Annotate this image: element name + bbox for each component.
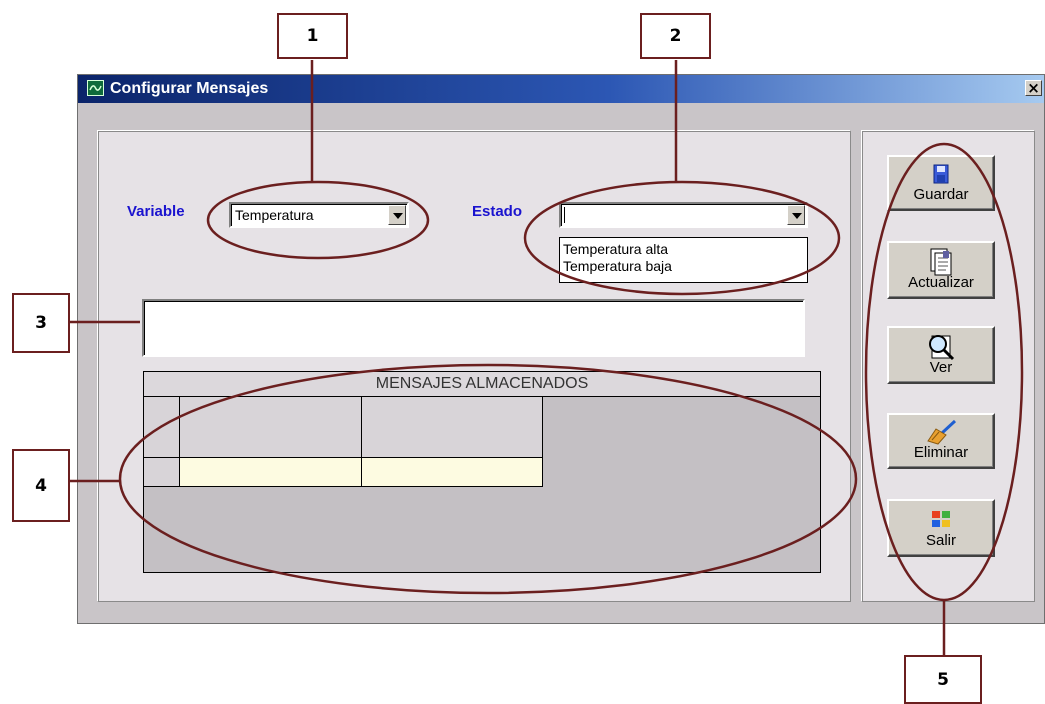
actualizar-label: Actualizar xyxy=(908,274,974,291)
estado-label: Estado xyxy=(472,203,523,220)
grid-title: MENSAJES ALMACENADOS xyxy=(144,372,820,397)
ver-label: Ver xyxy=(929,359,953,376)
callout-1-label: 1 xyxy=(306,26,319,46)
eliminar-label: Eliminar xyxy=(913,444,969,461)
estado-option-baja[interactable]: Temperatura baja xyxy=(560,258,807,275)
eliminar-button[interactable]: Eliminar xyxy=(887,413,995,469)
grid-row-selector[interactable] xyxy=(143,457,180,487)
windows-logo-icon xyxy=(930,509,952,532)
grid-column-header[interactable] xyxy=(361,396,543,458)
variable-dropdown-button[interactable] xyxy=(388,205,406,225)
estado-dropdown-list: Temperatura alta Temperatura baja xyxy=(559,237,808,283)
guardar-button[interactable]: Guardar xyxy=(887,155,995,211)
stored-messages-grid[interactable]: MENSAJES ALMACENADOS xyxy=(143,371,821,573)
message-input[interactable] xyxy=(142,299,805,357)
grid-cell[interactable] xyxy=(361,457,543,487)
grid-cell[interactable] xyxy=(179,457,362,487)
toolbar-panel: Guardar Actualizar Ver Eliminar Salir xyxy=(861,130,1035,602)
estado-option-alta[interactable]: Temperatura alta xyxy=(560,241,807,258)
salir-label: Salir xyxy=(925,532,956,549)
estado-combobox[interactable] xyxy=(559,202,808,228)
estado-dropdown-button[interactable] xyxy=(787,205,805,225)
configurar-mensajes-window: Configurar Mensajes × Variable Temperatu… xyxy=(77,74,1045,624)
callout-5-label: 5 xyxy=(937,669,949,690)
callout-3: 3 xyxy=(12,293,70,353)
grid-corner-cell xyxy=(143,396,180,458)
guardar-label: Guardar xyxy=(913,186,969,203)
callout-1: 1 xyxy=(277,13,348,59)
window-title: Configurar Mensajes xyxy=(110,80,269,97)
close-icon: × xyxy=(1027,79,1040,97)
variable-label: Variable xyxy=(127,203,185,220)
actualizar-button[interactable]: Actualizar xyxy=(887,241,995,299)
grid-column-header[interactable] xyxy=(179,396,362,458)
ver-button[interactable]: Ver xyxy=(887,326,995,384)
close-button[interactable]: × xyxy=(1025,80,1042,96)
salir-button[interactable]: Salir xyxy=(887,499,995,557)
app-icon xyxy=(87,80,104,96)
title-bar[interactable]: Configurar Mensajes × xyxy=(78,75,1044,103)
callout-3-label: 3 xyxy=(35,313,47,333)
save-icon xyxy=(932,163,950,188)
callout-2: 2 xyxy=(640,13,711,59)
variable-value: Temperatura xyxy=(235,207,314,223)
text-cursor xyxy=(564,207,565,223)
callout-5: 5 xyxy=(904,655,982,704)
callout-4: 4 xyxy=(12,449,70,522)
form-panel: Variable Temperatura Estado Temperatura … xyxy=(97,130,851,602)
callout-2-label: 2 xyxy=(669,26,682,46)
callout-4-label: 4 xyxy=(35,475,47,496)
variable-combobox[interactable]: Temperatura xyxy=(229,202,409,228)
